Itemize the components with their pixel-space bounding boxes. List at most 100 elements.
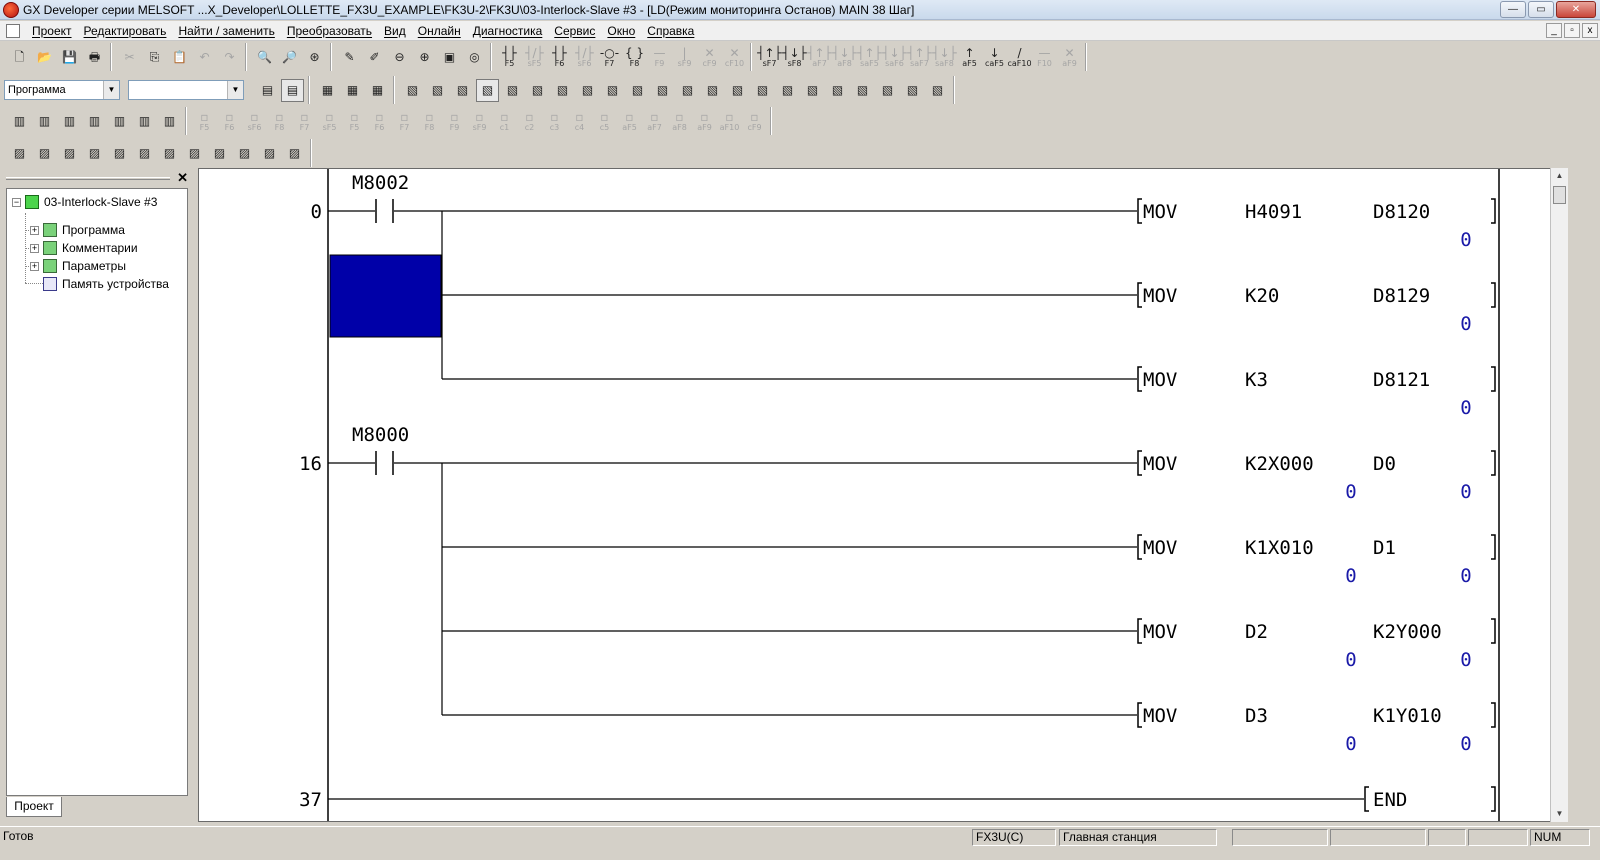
ladder-cf9-button[interactable]: ✕ cF9 [698, 46, 721, 69]
program-tool-16-icon[interactable]: ▧ [776, 79, 799, 102]
ladder-f9-button[interactable]: — F9 [648, 46, 671, 69]
symbol-c1-button[interactable]: ▫ c1 [493, 110, 516, 133]
monitor-tool-6-icon[interactable]: ▨ [133, 142, 156, 165]
mdi-restore-button[interactable]: ▫ [1564, 23, 1580, 38]
ladder-af7-button[interactable]: ┤↑├ aF7 [807, 46, 832, 69]
maximize-button[interactable]: ▭ [1528, 1, 1554, 18]
undo-icon[interactable]: ↶ [193, 46, 216, 69]
ladder-sf7-button[interactable]: ┤↑├ sF7 [757, 46, 782, 69]
close-button[interactable]: ✕ [1556, 1, 1596, 18]
expand-icon[interactable]: + [30, 261, 39, 271]
tree-item-device-memory[interactable]: Память устройства [43, 276, 169, 292]
symbol-f5-button[interactable]: ▫ F5 [343, 110, 366, 133]
panel-close-icon[interactable]: ✕ [177, 170, 188, 186]
edit-tool-2-icon[interactable]: ▥ [33, 110, 56, 133]
comment-tool-1-icon[interactable]: ▦ [316, 79, 339, 102]
program-select[interactable]: Программа ▼ [4, 80, 120, 100]
ladder-f8-button[interactable]: { } F8 [623, 46, 646, 69]
view-tool-2-icon[interactable]: ▤ [281, 78, 304, 102]
edit-tool-7-icon[interactable]: ▥ [158, 110, 181, 133]
tree-root[interactable]: − 03-Interlock-Slave #3 [12, 194, 157, 210]
program-tool-15-icon[interactable]: ▧ [751, 79, 774, 102]
ladder-caf10-button[interactable]: / caF10 [1007, 46, 1031, 69]
edit-tool-6-icon[interactable]: ▥ [133, 110, 156, 133]
monitor-tool-7-icon[interactable]: ▨ [158, 142, 181, 165]
edit-tool-4-icon[interactable]: ▥ [83, 110, 106, 133]
mdi-minimize-button[interactable]: _ [1546, 23, 1562, 38]
ladder-af5-button[interactable]: ↑ aF5 [958, 46, 981, 69]
menu-project[interactable]: Проект [26, 24, 78, 38]
ladder-sf9-button[interactable]: | sF9 [673, 46, 696, 69]
ladder-af8-button[interactable]: ┤↓├ aF8 [832, 46, 857, 69]
program-tool-4-icon[interactable]: ▧ [476, 78, 499, 102]
monitor-tool-4-icon[interactable]: ▨ [83, 142, 106, 165]
monitor-tool-2-icon[interactable]: ▨ [33, 142, 56, 165]
new-file-icon[interactable]: 🗋 [8, 46, 31, 69]
symbol-f6-button[interactable]: ▫ F6 [368, 110, 391, 133]
program-tool-17-icon[interactable]: ▧ [801, 79, 824, 102]
ladder-saf5-button[interactable]: ┤↑├ saF5 [857, 46, 882, 69]
program-tool-10-icon[interactable]: ▧ [626, 79, 649, 102]
tree-item-comments[interactable]: + Комментарии [30, 240, 138, 256]
symbol-sf5-button[interactable]: ▫ sF5 [318, 110, 341, 133]
ladder-cf10-button[interactable]: ✕ cF10 [723, 46, 746, 69]
ladder-af9-button[interactable]: ✕ aF9 [1058, 46, 1081, 69]
program-tool-7-icon[interactable]: ▧ [551, 79, 574, 102]
minimize-button[interactable]: — [1500, 1, 1526, 18]
app-icon[interactable] [3, 1, 19, 18]
ladder-saf7-button[interactable]: ┤↑├ saF7 [907, 46, 932, 69]
symbol-af7-button[interactable]: ▫ aF7 [643, 110, 666, 133]
symbol-af10-button[interactable]: ▫ aF10 [718, 110, 741, 133]
open-file-icon[interactable]: 📂 [33, 46, 56, 69]
symbol-cf9-button[interactable]: ▫ cF9 [743, 110, 766, 133]
program-tool-2-icon[interactable]: ▧ [426, 79, 449, 102]
monitor-tool-11-icon[interactable]: ▨ [258, 142, 281, 165]
ladder-caf5-button[interactable]: ↓ caF5 [983, 46, 1006, 69]
program-tool-3-icon[interactable]: ▧ [451, 79, 474, 102]
edit-tool-5-icon[interactable]: ▥ [108, 110, 131, 133]
zoom-in-icon[interactable]: ⊕ [413, 46, 436, 69]
chevron-down-icon[interactable]: ▼ [227, 81, 243, 99]
find-instruction-icon[interactable]: 🔎 [278, 46, 301, 69]
symbol-c4-button[interactable]: ▫ c4 [568, 110, 591, 133]
symbol-f7-button[interactable]: ▫ F7 [393, 110, 416, 133]
edit-tool-1-icon[interactable]: ▥ [8, 110, 31, 133]
ladder-f10-button[interactable]: — F10 [1033, 46, 1056, 69]
symbol-c5-button[interactable]: ▫ c5 [593, 110, 616, 133]
monitor-tool-3-icon[interactable]: ▨ [58, 142, 81, 165]
symbol-f8-button[interactable]: ▫ F8 [268, 110, 291, 133]
collapse-icon[interactable]: − [12, 197, 21, 207]
tree-item-program[interactable]: + Программа [30, 222, 125, 238]
symbol-sf6-button[interactable]: ▫ sF6 [243, 110, 266, 133]
mdi-close-button[interactable]: x [1582, 23, 1598, 38]
menu-view[interactable]: Вид [378, 24, 412, 38]
menu-edit[interactable]: Редактировать [78, 24, 173, 38]
program-tool-11-icon[interactable]: ▧ [651, 79, 674, 102]
read-plc-icon[interactable]: ✐ [363, 46, 386, 69]
symbol-f6-button[interactable]: ▫ F6 [218, 110, 241, 133]
ladder-f6-button[interactable]: ┤├ F6 [548, 46, 571, 69]
program-tool-6-icon[interactable]: ▧ [526, 79, 549, 102]
save-icon[interactable]: 💾 [58, 46, 81, 69]
print-icon[interactable]: 🖶 [83, 46, 106, 69]
scroll-thumb[interactable] [1553, 186, 1566, 204]
program-tool-20-icon[interactable]: ▧ [876, 79, 899, 102]
cut-icon[interactable]: ✂ [118, 46, 141, 69]
menu-convert[interactable]: Преобразовать [281, 24, 378, 38]
comment-tool-3-icon[interactable]: ▦ [366, 79, 389, 102]
program-select-2[interactable]: ▼ [128, 80, 244, 100]
program-tool-14-icon[interactable]: ▧ [726, 79, 749, 102]
program-tool-18-icon[interactable]: ▧ [826, 79, 849, 102]
monitor-tool-1-icon[interactable]: ▨ [8, 142, 31, 165]
program-tool-8-icon[interactable]: ▧ [576, 79, 599, 102]
menu-find-replace[interactable]: Найти / заменить [172, 24, 280, 38]
program-tool-21-icon[interactable]: ▧ [901, 79, 924, 102]
chevron-down-icon[interactable]: ▼ [103, 81, 119, 99]
monitor-tool-12-icon[interactable]: ▨ [283, 142, 306, 165]
copy-icon[interactable]: ⎘ [143, 46, 166, 69]
view-tool-1-icon[interactable]: ▤ [256, 79, 279, 102]
ladder-diagram[interactable]: 0 M8002 MOV H4091 D8120 0 MOV K20 D8129 0 MOV K3 D81… [199, 169, 1568, 822]
symbol-c3-button[interactable]: ▫ c3 [543, 110, 566, 133]
symbol-f5-button[interactable]: ▫ F5 [193, 110, 216, 133]
symbol-f7-button[interactable]: ▫ F7 [293, 110, 316, 133]
